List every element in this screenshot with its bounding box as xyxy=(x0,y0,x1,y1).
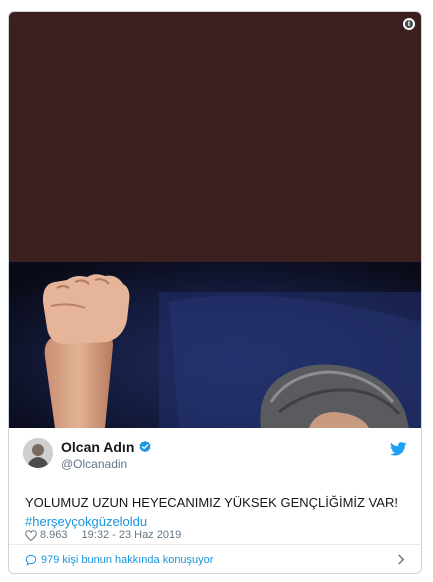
tweet-photo xyxy=(9,262,421,428)
chevron-right-icon[interactable] xyxy=(397,554,405,565)
tweet-text: YOLUMUZ UZUN HEYECANIMIZ YÜKSEK GENÇLİĞİ… xyxy=(25,493,411,531)
author-handle[interactable]: @Olcanadin xyxy=(61,457,127,471)
media-placeholder-area xyxy=(9,12,421,262)
tweet-media[interactable]: i xyxy=(9,12,421,428)
author-name-row[interactable]: Olcan Adın xyxy=(61,439,152,455)
tweet-body: YOLUMUZ UZUN HEYECANIMIZ YÜKSEK GENÇLİĞİ… xyxy=(25,495,398,510)
tweet-timestamp[interactable]: 19:32 - 23 Haz 2019 xyxy=(82,529,182,541)
info-icon[interactable]: i xyxy=(403,18,415,30)
conversation-link[interactable]: 979 kişi bunun hakkında konuşuyor xyxy=(41,554,213,566)
conversation-footer[interactable]: 979 kişi bunun hakkında konuşuyor xyxy=(9,544,421,573)
tweet-meta: 8.963 19:32 - 23 Haz 2019 xyxy=(25,529,181,541)
tweet-header: Olcan Adın @Olcanadin xyxy=(9,428,421,476)
tweet-card[interactable]: i Olcan Adın @Olcanadin YOLUMUZ UZUN HEY… xyxy=(8,11,422,574)
like-count[interactable]: 8.963 xyxy=(40,529,68,541)
twitter-bird-icon[interactable] xyxy=(390,442,407,456)
avatar[interactable] xyxy=(23,438,53,468)
verified-badge-icon xyxy=(139,440,151,453)
author-display-name[interactable]: Olcan Adın xyxy=(61,439,134,455)
heart-icon[interactable] xyxy=(25,529,37,541)
reply-bubble-icon xyxy=(25,554,37,566)
